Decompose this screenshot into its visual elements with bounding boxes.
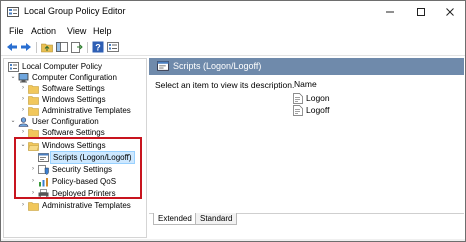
export-list-button[interactable] <box>71 41 83 53</box>
show-hide-tree-button[interactable] <box>56 41 68 53</box>
svg-text:?: ? <box>95 43 101 53</box>
computer-icon <box>18 72 29 82</box>
details-pane: Scripts (Logon/Logoff) Select an item to… <box>149 58 464 238</box>
details-pane-title: Scripts (Logon/Logoff) <box>173 61 262 71</box>
list-item-label: Logoff <box>306 105 330 115</box>
collapse-chevron-icon[interactable]: ⌄ <box>9 116 17 127</box>
tree-item-label: Software Settings <box>42 84 105 93</box>
maximize-button[interactable] <box>406 1 436 23</box>
expand-chevron-icon[interactable]: › <box>19 94 27 105</box>
group-policy-app-icon <box>7 7 19 17</box>
expand-chevron-icon[interactable]: › <box>19 200 27 211</box>
tab-standard[interactable]: Standard <box>195 213 238 225</box>
folder-icon <box>28 95 39 105</box>
tree-item-label: Computer Configuration <box>32 73 117 82</box>
tab-extended[interactable]: Extended <box>153 213 197 225</box>
scripts-icon <box>157 61 169 71</box>
script-document-icon <box>293 104 303 116</box>
minimize-icon <box>386 11 394 13</box>
properties-button[interactable] <box>107 41 119 53</box>
export-list-icon <box>71 42 83 53</box>
tree-item-label: Administrative Templates <box>42 106 131 115</box>
list-item-label: Logon <box>306 93 330 103</box>
toolbar-separator <box>36 42 37 53</box>
highlight-annotation-box <box>14 137 142 199</box>
minimize-button[interactable] <box>375 1 405 23</box>
up-one-level-button[interactable] <box>41 41 53 53</box>
description-text: Select an item to view its description. <box>155 80 295 90</box>
computer-policy-icon <box>8 61 19 72</box>
menu-file[interactable]: File <box>9 26 24 36</box>
column-header-name[interactable]: Name <box>294 79 317 89</box>
forward-arrow-icon <box>21 43 31 51</box>
title-bar: Local Group Policy Editor <box>1 1 465 23</box>
menu-action[interactable]: Action <box>31 26 56 36</box>
tree-item-label: Administrative Templates <box>42 201 131 210</box>
menu-bar: File Action View Help <box>1 23 465 39</box>
folder-icon <box>28 201 39 211</box>
properties-icon <box>107 42 119 52</box>
list-item-logoff[interactable]: Logoff <box>293 104 329 116</box>
folder-icon <box>28 128 39 138</box>
tree-item-computer-administrative-templates[interactable]: › Administrative Templates <box>19 105 131 116</box>
tree-item-label: Local Computer Policy <box>22 62 103 71</box>
details-pane-header: Scripts (Logon/Logoff) <box>149 58 464 75</box>
expand-chevron-icon[interactable]: › <box>19 105 27 116</box>
app-window: Local Group Policy Editor File Action Vi… <box>0 0 466 242</box>
tree-item-user-configuration[interactable]: ⌄ User Configuration <box>9 116 99 127</box>
tree-item-local-computer-policy[interactable]: Local Computer Policy <box>7 61 102 72</box>
list-item-logon[interactable]: Logon <box>293 92 330 104</box>
folder-icon <box>28 84 39 94</box>
tree-item-user-administrative-templates[interactable]: › Administrative Templates <box>19 200 131 211</box>
maximize-icon <box>417 8 425 16</box>
tree-item-computer-configuration[interactable]: ⌄ Computer Configuration <box>9 72 117 83</box>
back-button[interactable] <box>6 41 18 53</box>
view-tabs: Extended Standard <box>149 213 464 227</box>
close-icon <box>446 8 454 16</box>
tree-item-label: Windows Settings <box>42 95 106 104</box>
help-icon: ? <box>92 41 104 53</box>
close-button[interactable] <box>435 1 465 23</box>
window-title: Local Group Policy Editor <box>24 6 126 16</box>
up-folder-icon <box>41 43 53 53</box>
menu-view[interactable]: View <box>67 26 86 36</box>
menu-help[interactable]: Help <box>93 26 112 36</box>
folder-icon <box>28 106 39 116</box>
tree-item-computer-windows-settings[interactable]: › Windows Settings <box>19 94 106 105</box>
script-document-icon <box>293 92 303 104</box>
tree-item-label: User Configuration <box>32 117 99 126</box>
user-icon <box>18 116 29 127</box>
show-hide-tree-icon <box>56 42 68 52</box>
help-button[interactable]: ? <box>92 41 104 53</box>
collapse-chevron-icon[interactable]: ⌄ <box>9 72 17 83</box>
tree-item-computer-software-settings[interactable]: › Software Settings <box>19 83 105 94</box>
toolbar-separator <box>87 42 88 53</box>
status-bar <box>1 239 465 241</box>
toolbar: ? <box>1 39 465 56</box>
expand-chevron-icon[interactable]: › <box>19 83 27 94</box>
back-arrow-icon <box>7 43 17 51</box>
forward-button[interactable] <box>20 41 32 53</box>
